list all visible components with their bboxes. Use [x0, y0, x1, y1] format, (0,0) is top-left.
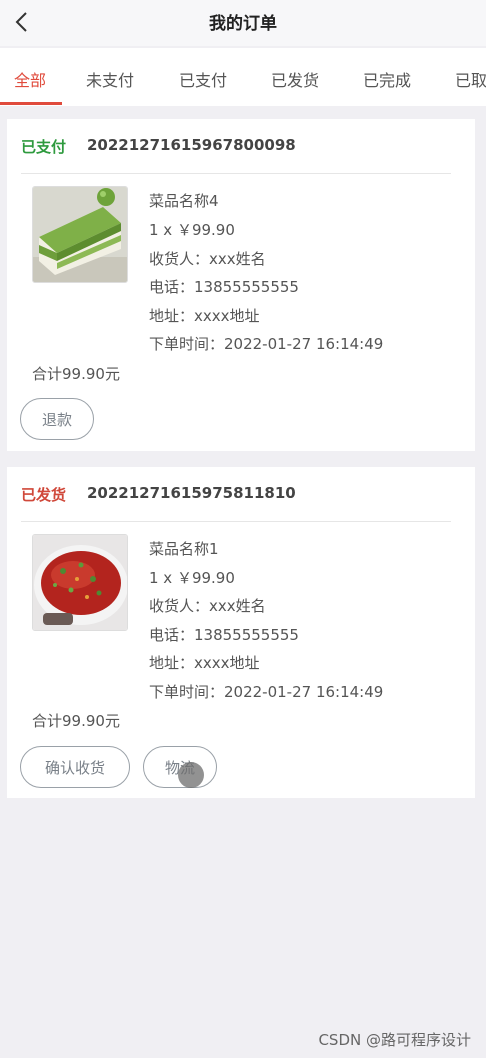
phone: 电话：13855555555 [149, 626, 299, 644]
dish-name: 菜品名称4 [149, 192, 219, 210]
divider [21, 173, 451, 174]
touch-indicator [178, 762, 204, 788]
order-total: 合计99.90元 [32, 365, 120, 383]
dish-image [32, 186, 128, 283]
order-time: 下单时间：2022-01-27 16:14:49 [149, 683, 384, 701]
confirm-receipt-button[interactable]: 确认收货 [20, 746, 130, 788]
tab-completed[interactable]: 已完成 [363, 67, 411, 91]
status-badge: 已发货 [21, 486, 67, 504]
order-card: 已支付 20221271615967800098 菜品名称4 1 x ￥99.9… [7, 119, 475, 451]
page-title: 我的订单 [209, 14, 277, 34]
status-badge: 已支付 [21, 138, 67, 156]
tab-all[interactable]: 全部 [14, 67, 46, 91]
order-time: 下单时间：2022-01-27 16:14:49 [149, 335, 384, 353]
tab-cancelled[interactable]: 已取 [455, 67, 486, 91]
receiver: 收货人：xxx姓名 [149, 597, 266, 615]
dish-name: 菜品名称1 [149, 540, 219, 558]
order-total: 合计99.90元 [32, 712, 120, 730]
quantity-price: 1 x ￥99.90 [149, 569, 235, 587]
tab-paid[interactable]: 已支付 [179, 67, 227, 91]
dish-image [32, 534, 128, 631]
header-bar: 我的订单 [0, 0, 486, 46]
phone: 电话：13855555555 [149, 278, 299, 296]
tab-unpaid[interactable]: 未支付 [86, 67, 134, 91]
address: 地址：xxxx地址 [149, 307, 260, 325]
tab-shipped[interactable]: 已发货 [271, 67, 319, 91]
address: 地址：xxxx地址 [149, 654, 260, 672]
order-tabs: 全部 未支付 已支付 已发货 已完成 已取 [0, 48, 486, 106]
refund-button[interactable]: 退款 [20, 398, 94, 440]
order-number: 20221271615967800098 [87, 136, 296, 154]
watermark: CSDN @路可程序设计 [318, 1031, 471, 1049]
active-tab-indicator [0, 102, 62, 105]
order-number: 20221271615975811810 [87, 484, 296, 502]
receiver: 收货人：xxx姓名 [149, 250, 266, 268]
order-card: 已发货 20221271615975811810 菜品名称1 1 x ￥99.9… [7, 467, 475, 798]
divider [21, 521, 451, 522]
quantity-price: 1 x ￥99.90 [149, 221, 235, 239]
